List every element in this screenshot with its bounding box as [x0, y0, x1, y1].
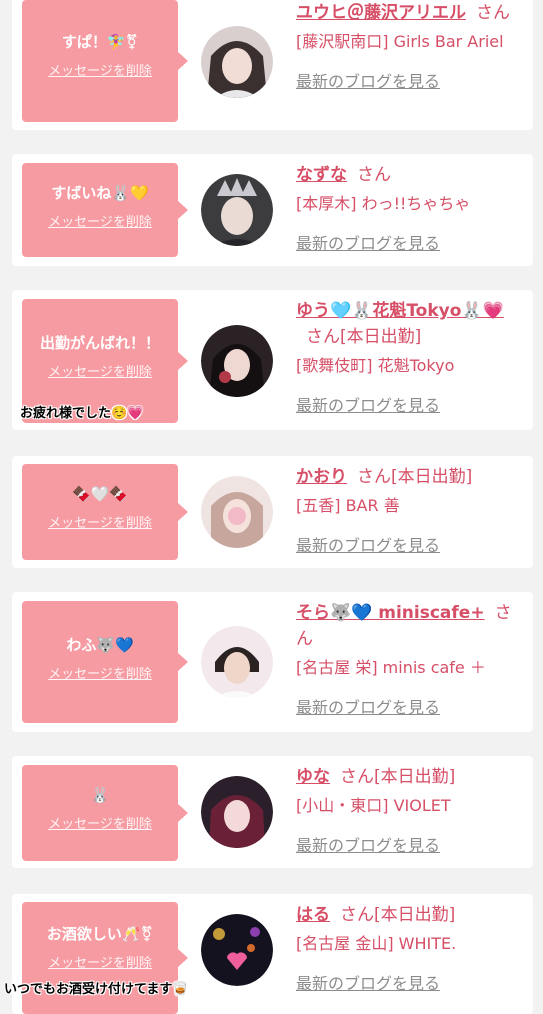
view-latest-blog-link[interactable]: 最新のブログを見る: [296, 832, 528, 856]
shop-name: [名古屋 金山] WHITE.: [296, 934, 457, 953]
entry-info: ユウヒ＠藤沢アリエル さん [藤沢駅南口] Girls Bar Ariel 最新の…: [296, 0, 528, 92]
entry-info: かおり さん[本日出勤] [五香] BAR 善 最新のブログを見る: [296, 464, 528, 556]
message-card: すぱ！🧚‍♀️⚧ メッセージを削除 ユウヒ＠藤沢アリエル さん [藤沢駅南口] G…: [12, 0, 533, 130]
shop-name: [小山・東口] VIOLET: [296, 796, 451, 815]
delete-message-link[interactable]: メッセージを削除: [22, 512, 178, 531]
message-bubble: 🍫🤍🍫 メッセージを削除: [22, 464, 188, 560]
delete-message-link[interactable]: メッセージを削除: [22, 60, 178, 79]
message-card: すばいね🐰💛 メッセージを削除 なずな さん [本厚木] わっ!!ちゃちゃ 最新の…: [12, 154, 533, 266]
entry-info: はる さん[本日出勤] [名古屋 金山] WHITE. 最新のブログを見る: [296, 902, 528, 994]
honorific: さん[本日出勤]: [357, 467, 473, 487]
overlay-caption: お疲れ様でした☺️💗: [20, 406, 144, 421]
honorific: さん[本日出勤]: [340, 767, 456, 787]
message-text: すばいね🐰💛: [51, 184, 149, 202]
view-latest-blog-link[interactable]: 最新のブログを見る: [296, 230, 528, 254]
message-text: お酒欲しい🥂⚧: [46, 925, 154, 943]
avatar[interactable]: [201, 914, 273, 986]
message-text: 出勤がんばれ！！: [39, 334, 160, 352]
overlay-caption: いつでもお酒受け付けてます🥃: [4, 982, 189, 997]
entry-info: なずな さん [本厚木] わっ!!ちゃちゃ 最新のブログを見る: [296, 162, 528, 254]
entry-info: ゆう🩵🐰花魁Tokyo🐰💗 さん[本日出勤] [歌舞伎町] 花魁Tokyo 最新の…: [296, 298, 528, 416]
cast-name-link[interactable]: ゆな: [296, 767, 330, 787]
delete-message-link[interactable]: メッセージを削除: [22, 211, 178, 230]
honorific: さん: [357, 165, 391, 185]
view-latest-blog-link[interactable]: 最新のブログを見る: [296, 970, 528, 994]
cast-name-link[interactable]: なずな: [296, 165, 347, 185]
cast-name-link[interactable]: かおり: [296, 467, 347, 487]
message-card: 🐰 メッセージを削除 ゆな さん[本日出勤] [小山・東口] VIOLET 最新の…: [12, 756, 533, 868]
view-latest-blog-link[interactable]: 最新のブログを見る: [296, 392, 528, 416]
avatar[interactable]: [201, 26, 273, 98]
message-card: 🍫🤍🍫 メッセージを削除 かおり さん[本日出勤] [五香] BAR 善 最新のブ…: [12, 456, 533, 568]
shop-name: [五香] BAR 善: [296, 496, 400, 515]
delete-message-link[interactable]: メッセージを削除: [22, 663, 178, 682]
avatar[interactable]: [201, 776, 273, 848]
honorific: さん[本日出勤]: [340, 905, 456, 925]
view-latest-blog-link[interactable]: 最新のブログを見る: [296, 532, 528, 556]
message-text: 🐰: [90, 786, 110, 804]
shop-name: [本厚木] わっ!!ちゃちゃ: [296, 194, 471, 213]
message-text: 🍫🤍🍫: [71, 485, 129, 503]
entry-info: ゆな さん[本日出勤] [小山・東口] VIOLET 最新のブログを見る: [296, 764, 528, 856]
message-text: わふ🐺💙: [66, 636, 134, 654]
message-card: お酒欲しい🥂⚧ メッセージを削除 いつでもお酒受け付けてます🥃 はる さん[本日出…: [4, 894, 533, 1014]
message-bubble: すばいね🐰💛 メッセージを削除: [22, 163, 188, 257]
message-card: 出勤がんばれ！！ メッセージを削除 お疲れ様でした☺️💗 ゆう🩵🐰花魁Tokyo…: [12, 290, 533, 430]
message-text: すぱ！🧚‍♀️⚧: [61, 33, 139, 51]
delete-message-link[interactable]: メッセージを削除: [22, 361, 178, 380]
avatar[interactable]: [201, 325, 273, 397]
avatar[interactable]: [201, 476, 273, 548]
message-card: わふ🐺💙 メッセージを削除 そら🐺💙 miniscafe+ さん [名古屋 栄] …: [12, 592, 533, 732]
shop-name: [藤沢駅南口] Girls Bar Ariel: [296, 32, 504, 51]
delete-message-link[interactable]: メッセージを削除: [22, 952, 178, 971]
message-bubble: すぱ！🧚‍♀️⚧ メッセージを削除: [22, 0, 188, 122]
avatar[interactable]: [201, 626, 273, 698]
message-bubble: お酒欲しい🥂⚧ メッセージを削除: [22, 902, 188, 1014]
entry-info: そら🐺💙 miniscafe+ さん [名古屋 栄] minis cafe ＋ 最…: [296, 600, 528, 718]
honorific: さん[本日出勤]: [306, 327, 422, 347]
cast-name-link[interactable]: ゆう🩵🐰花魁Tokyo🐰💗: [296, 301, 504, 321]
cast-name-link[interactable]: はる: [296, 905, 330, 925]
shop-name: [歌舞伎町] 花魁Tokyo: [296, 356, 455, 375]
message-bubble: わふ🐺💙 メッセージを削除: [22, 601, 188, 723]
shop-name: [名古屋 栄] minis cafe ＋: [296, 658, 486, 677]
cast-name-link[interactable]: そら🐺💙 miniscafe+: [296, 603, 485, 623]
message-bubble: 🐰 メッセージを削除: [22, 765, 188, 861]
delete-message-link[interactable]: メッセージを削除: [22, 813, 178, 832]
view-latest-blog-link[interactable]: 最新のブログを見る: [296, 694, 528, 718]
view-latest-blog-link[interactable]: 最新のブログを見る: [296, 68, 528, 92]
cast-name-link[interactable]: ユウヒ＠藤沢アリエル: [296, 3, 466, 23]
honorific: さん: [476, 3, 510, 23]
avatar[interactable]: [201, 174, 273, 246]
